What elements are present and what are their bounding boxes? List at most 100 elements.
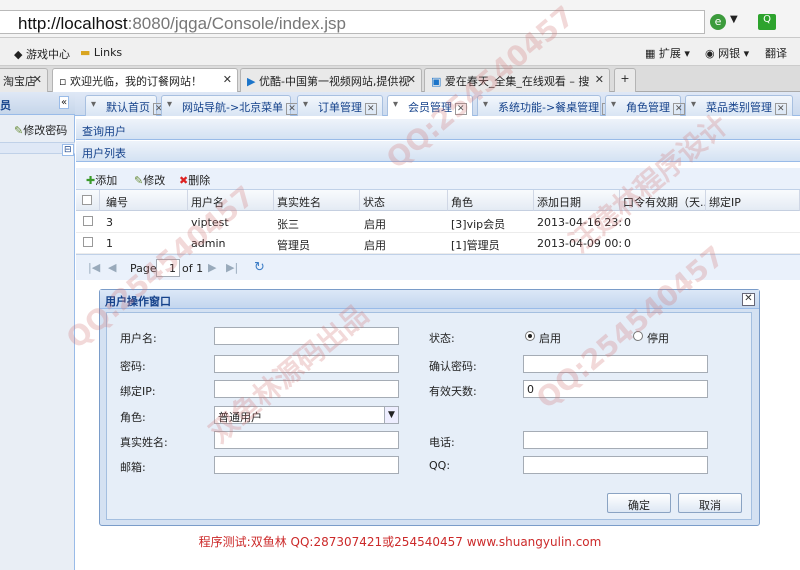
close-icon[interactable]: ✕ (673, 103, 685, 115)
role-select[interactable]: 普通用户 ▼ (214, 406, 399, 424)
confirm-password-input[interactable] (523, 355, 708, 373)
dialog-title[interactable]: 用户操作窗口 (100, 290, 759, 309)
column-header[interactable]: 添加日期 (534, 190, 620, 211)
refresh-icon[interactable]: ↻ (254, 260, 265, 275)
tab-home[interactable]: ▾ 默认首页 ✕ (85, 95, 165, 116)
list-panel-header[interactable]: ⊟ 用户列表 (62, 141, 800, 162)
tab-site-nav[interactable]: ▾ 网站导航->北京菜单 ✕ (161, 95, 298, 116)
tab-dish-categories[interactable]: ▾ 菜品类别管理 ✕ (685, 95, 793, 116)
change-password-link[interactable]: ✎修改密码 (14, 122, 67, 138)
next-page-icon[interactable]: ▶ (208, 261, 216, 274)
page-icon: ▫ (59, 75, 70, 88)
last-page-icon[interactable]: ▶| (226, 261, 238, 274)
delete-button[interactable]: ✖删除 (179, 172, 210, 188)
page-number-input[interactable]: 1 (156, 259, 180, 277)
status-disabled-radio[interactable] (633, 331, 643, 341)
qq-input[interactable] (523, 456, 708, 474)
cancel-button[interactable]: 取消 (678, 493, 742, 513)
table-row[interactable]: 1 admin 管理员 启用 [1]管理员 2013-04-09 00:... … (76, 233, 800, 254)
refresh-icon[interactable]: e (710, 14, 726, 30)
browser-tab-taobao[interactable]: 淘宝店 ✕ (0, 68, 48, 92)
email-input[interactable] (214, 456, 399, 474)
page-label: Page (130, 262, 157, 275)
grid-header-select[interactable] (76, 190, 100, 211)
tab-tables[interactable]: ▾系统功能->餐桌管理✕ (477, 95, 614, 116)
phone-input[interactable] (523, 431, 708, 449)
user-dialog: 用户操作窗口 ✕ 用户名: 密码: 绑定IP: 角色: 普通用户 ▼ 真实姓名: … (99, 289, 760, 526)
prev-page-icon[interactable]: ◀ (108, 261, 116, 274)
username-input[interactable] (214, 327, 399, 345)
table-row[interactable]: 3 viptest 张三 启用 [3]vip会员 2013-04-16 23:.… (76, 212, 800, 233)
password-input[interactable] (214, 355, 399, 373)
new-tab-button[interactable]: + (614, 68, 636, 92)
confirm-password-label: 确认密码: (429, 360, 477, 373)
bind-ip-input[interactable] (214, 380, 399, 398)
browser-tab-strip: 淘宝店 ✕ ▫ 欢迎光临，我的订餐网站！ ✕ ▶ 优酷-中国第一视频网站,提供视 ✕ … (0, 66, 800, 92)
status-disabled-label[interactable]: 停用 (647, 330, 669, 346)
tab-orders[interactable]: ▾ 订单管理 ✕ (297, 95, 383, 116)
pager: |◀ ◀ Page 1 of 1 ▶ ▶| ↻ (76, 254, 800, 280)
app-tab-strip: ▾ 默认首页 ✕ ▾ 网站导航->北京菜单 ✕ ▾ 订单管理 ✕ ▾ 会员管理 ✕ ▾ 系统功能-… (75, 92, 800, 116)
ok-button[interactable]: 确定 (607, 493, 671, 513)
realname-input[interactable] (214, 431, 399, 449)
tab-roles[interactable]: ▾ 角色管理 ✕ (605, 95, 685, 116)
browser-tab-active[interactable]: ▫ 欢迎光临，我的订餐网站！ ✕ (52, 68, 238, 92)
bookmark-links[interactable]: ▬ Links (80, 46, 122, 59)
valid-days-input[interactable]: 0 (523, 380, 708, 398)
select-all-checkbox[interactable] (82, 195, 92, 205)
column-header[interactable]: 口令有效期（天... (620, 190, 706, 211)
bind-ip-label: 绑定IP: (120, 385, 156, 398)
cell-date: 2013-04-09 00:... (537, 237, 621, 250)
status-enabled-radio[interactable] (525, 331, 535, 341)
close-icon[interactable]: ✕ (223, 73, 232, 86)
column-header[interactable]: 编号 (100, 190, 188, 211)
bookmark-games[interactable]: ◆ 游戏中心 (14, 46, 70, 62)
close-icon[interactable]: ✕ (407, 73, 416, 86)
pencil-icon: ✎ (134, 174, 144, 187)
extensions-button[interactable]: ▦ 扩展 ▾ (645, 45, 690, 61)
browser-address-area: http://localhost:8080/jqga/Console/index… (0, 0, 800, 38)
expand-icon[interactable]: ⊟ (62, 144, 74, 156)
cell-valid-days: 0 (624, 237, 631, 250)
query-panel-header[interactable]: 查询用户 (76, 119, 800, 140)
close-icon[interactable]: ✕ (455, 103, 467, 115)
search-engine-icon[interactable]: Q (758, 14, 776, 30)
cell-role: [1]管理员 (451, 239, 500, 252)
status-enabled-label[interactable]: 启用 (539, 330, 561, 346)
edit-button[interactable]: ✎修改 (134, 172, 165, 188)
chevron-down-icon[interactable]: ▼ (384, 407, 398, 423)
column-header[interactable]: 角色 (448, 190, 534, 211)
close-icon[interactable]: ✕ (286, 103, 298, 115)
left-panel: 员 « ✎修改密码 (0, 92, 75, 570)
row-checkbox[interactable] (83, 237, 93, 247)
email-label: 邮箱: (120, 461, 146, 474)
column-header[interactable]: 绑定IP (706, 190, 800, 211)
close-icon[interactable]: ✕ (595, 73, 604, 86)
bank-button[interactable]: ◉ 网银 ▾ (705, 45, 749, 61)
close-icon[interactable]: ✕ (742, 293, 755, 306)
column-header[interactable]: 用户名 (188, 190, 274, 211)
close-icon[interactable]: ✕ (33, 73, 42, 86)
row-checkbox[interactable] (83, 216, 93, 226)
dropdown-icon[interactable]: ▼ (730, 14, 738, 25)
column-header[interactable]: 真实姓名 (274, 190, 360, 211)
cell-date: 2013-04-16 23:... (537, 216, 621, 229)
translate-button[interactable]: 翻译 (765, 45, 787, 61)
url-text[interactable]: http://localhost:8080/jqga/Console/index… (18, 14, 346, 34)
cell-realname: 张三 (277, 218, 299, 231)
cell-id: 3 (106, 216, 113, 229)
browser-tab-soku[interactable]: ▣ 爱在春天_全集_在线观看 – 搜 ✕ (424, 68, 610, 92)
role-label: 角色: (120, 411, 146, 424)
column-header[interactable]: 状态 (360, 190, 448, 211)
add-button[interactable]: ✚添加 (86, 172, 117, 188)
cell-username: admin (191, 237, 226, 250)
browser-tab-youku[interactable]: ▶ 优酷-中国第一视频网站,提供视 ✕ (240, 68, 422, 92)
pencil-icon: ✎ (14, 124, 24, 137)
first-page-icon[interactable]: |◀ (88, 261, 100, 274)
collapse-icon[interactable]: « (59, 96, 70, 109)
tab-icon: ▾ (91, 99, 97, 110)
close-icon[interactable]: ✕ (365, 103, 377, 115)
close-icon[interactable]: ✕ (775, 103, 787, 115)
cell-status: 启用 (364, 239, 386, 252)
tab-members[interactable]: ▾ 会员管理 ✕ (387, 95, 473, 116)
